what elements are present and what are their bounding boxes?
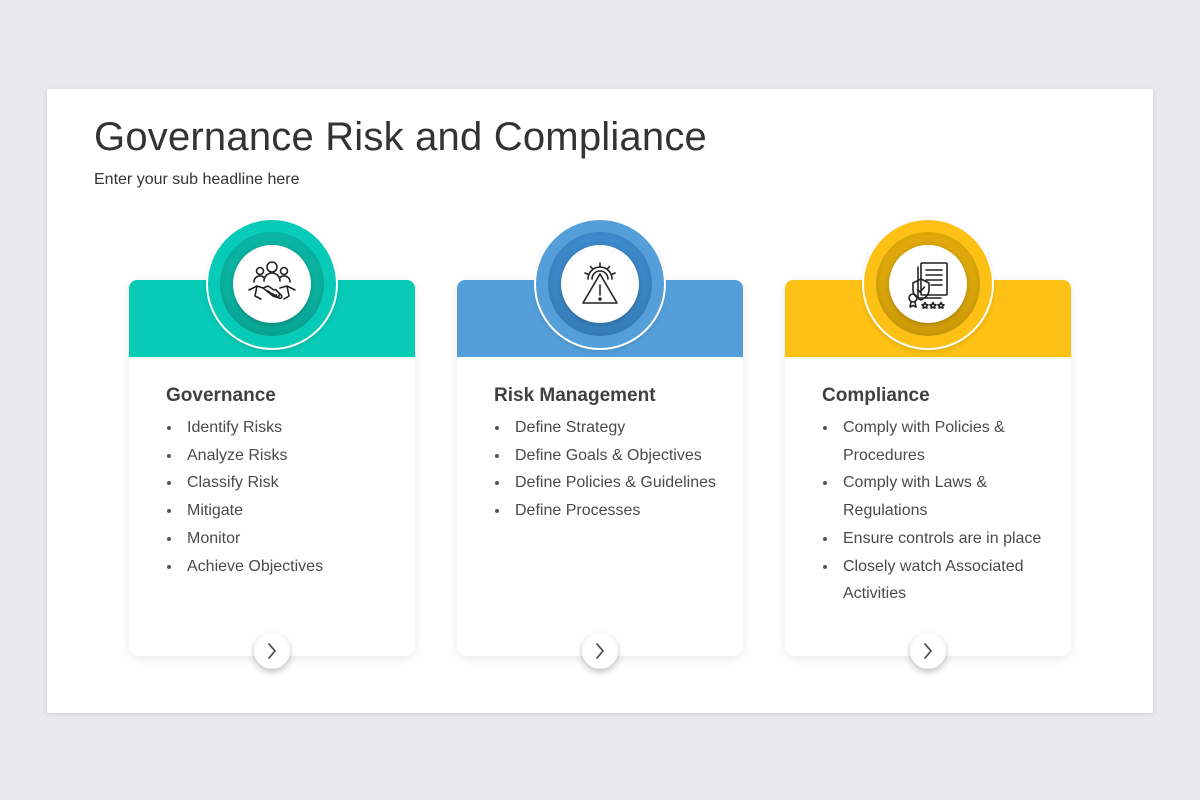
list-item: Achieve Objectives (166, 553, 406, 581)
chevron-right-icon (924, 643, 933, 659)
card-badge (206, 218, 338, 350)
card-badge (862, 218, 994, 350)
list-item: Ensure controls are in place (822, 525, 1062, 553)
chevron-right-icon (268, 643, 277, 659)
card-title: Compliance (822, 385, 930, 406)
card-risk-management: Risk Management Define Strategy Define G… (457, 218, 743, 669)
list-item: Analyze Risks (166, 442, 406, 470)
card-badge-ring (548, 232, 652, 336)
list-item: Closely watch Associated Activities (822, 553, 1062, 608)
card-title: Risk Management (494, 385, 656, 406)
list-item: Define Processes (494, 497, 734, 525)
card-compliance: Compliance Comply with Policies & Proced… (785, 218, 1071, 669)
card-title: Governance (166, 385, 276, 406)
card-badge-ring (220, 232, 324, 336)
warning-gear-icon (582, 262, 618, 304)
chevron-right-icon (596, 643, 605, 659)
certificate-document-icon (908, 262, 948, 309)
list-item: Comply with Laws & Regulations (822, 469, 1062, 524)
card-governance: Governance Identify Risks Analyze Risks … (129, 218, 415, 669)
next-button[interactable] (582, 633, 618, 669)
list-item: Define Policies & Guidelines (494, 469, 734, 497)
slide: Governance Risk and Compliance Enter you… (47, 89, 1153, 713)
page-subtitle: Enter your sub headline here (94, 171, 300, 188)
list-item: Comply with Policies & Procedures (822, 414, 1062, 469)
card-bullet-list: Comply with Policies & Procedures Comply… (822, 414, 1062, 608)
next-button[interactable] (910, 633, 946, 669)
card-badge (534, 218, 666, 350)
list-item: Define Goals & Objectives (494, 442, 734, 470)
list-item: Define Strategy (494, 414, 734, 442)
card-bullet-list: Identify Risks Analyze Risks Classify Ri… (166, 414, 406, 580)
list-item: Classify Risk (166, 469, 406, 497)
handshake-team-icon (248, 261, 296, 300)
card-bullet-list: Define Strategy Define Goals & Objective… (494, 414, 734, 525)
page-title: Governance Risk and Compliance (94, 115, 707, 159)
list-item: Mitigate (166, 497, 406, 525)
list-item: Monitor (166, 525, 406, 553)
next-button[interactable] (254, 633, 290, 669)
list-item: Identify Risks (166, 414, 406, 442)
card-badge-ring (876, 232, 980, 336)
